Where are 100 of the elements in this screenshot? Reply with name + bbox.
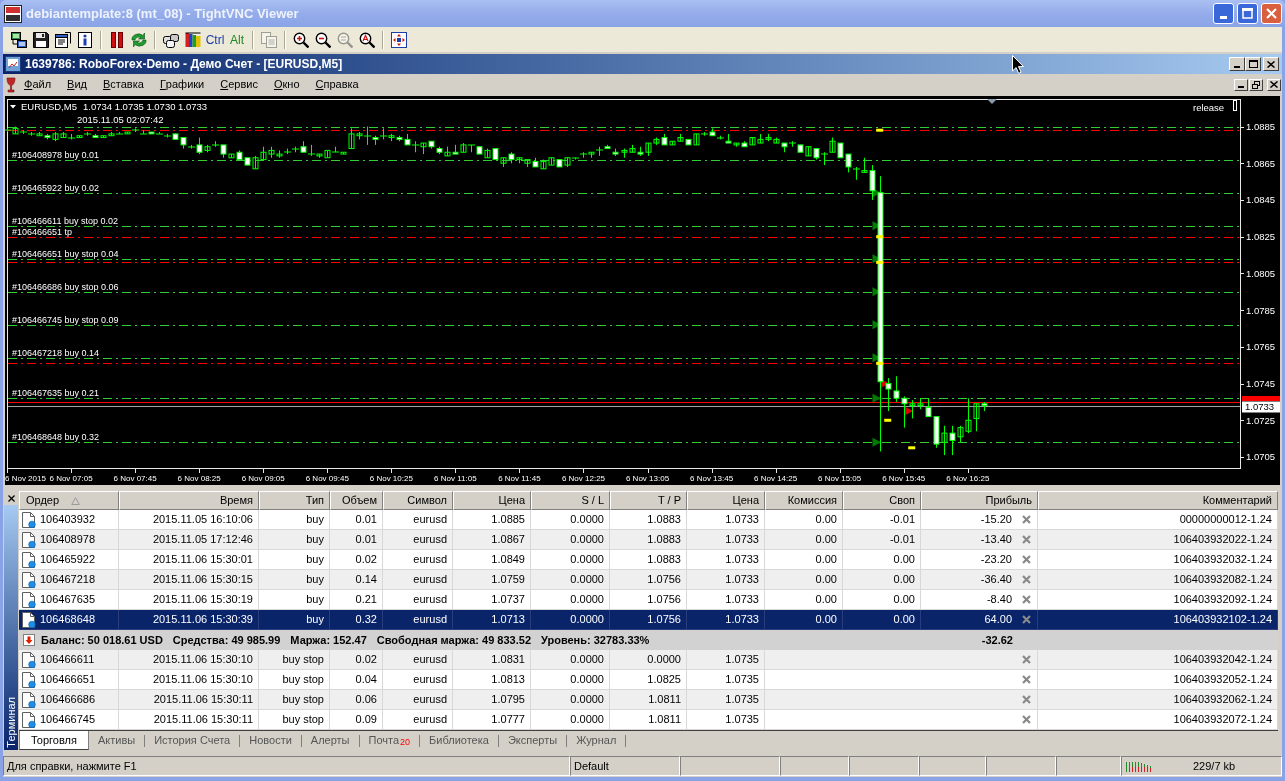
- terminal-tab[interactable]: Эксперты: [498, 731, 567, 750]
- app-logo-icon: [4, 4, 22, 23]
- menu-item[interactable]: Файл: [16, 75, 60, 94]
- close-button[interactable]: [1267, 78, 1281, 91]
- profit-value: -8.40: [986, 592, 1012, 608]
- profit-value: -15.20: [980, 512, 1012, 528]
- time-axis-label: 6 Nov 12:25: [561, 474, 606, 483]
- terminal-tab[interactable]: Журнал: [567, 731, 626, 750]
- time-axis-label: 6 Nov 07:45: [113, 474, 157, 483]
- document-icon: [22, 511, 36, 528]
- order-number: 106408978: [40, 532, 96, 548]
- price-axis-label: 1.0705: [1246, 451, 1276, 463]
- menu-item[interactable]: Графики: [151, 75, 213, 94]
- order-number: 106466686: [40, 692, 96, 708]
- terminal-tab[interactable]: Почта20: [359, 731, 420, 750]
- order-number: 106403932: [40, 512, 96, 528]
- time-axis-label: 6 Nov 13:45: [690, 474, 734, 483]
- chart-quote: 1.0734 1.0735 1.0730 1.0733: [83, 101, 208, 112]
- order-label: #106467635 buy 0.21: [12, 387, 100, 398]
- restore-button[interactable]: [1249, 78, 1263, 91]
- order-label: #106466686 buy stop 0.06: [12, 281, 119, 292]
- table-row[interactable]: 106466686 2015.11.06 15:30:11 buy stop 0.06 eurusd 1.0795 0.0000 1.0811 1.0735 106403932062-1.24: [19, 690, 1278, 710]
- copy-icon: [261, 31, 277, 48]
- price-axis-label: 1.0785: [1246, 304, 1276, 316]
- terminal-tab[interactable]: Активы: [88, 731, 145, 750]
- table-row[interactable]: 106466611 2015.11.06 15:30:10 buy stop 0.02 eurusd 1.0831 0.0000 0.0000 1.0735 106403932042-1.24: [19, 650, 1278, 670]
- order-number: 106465922: [40, 552, 96, 568]
- profile-name: Default: [574, 758, 609, 774]
- key-toggle-button[interactable]: Alt: [226, 28, 248, 51]
- column-header[interactable]: Цена: [453, 491, 531, 510]
- terminal-tab[interactable]: Торговля: [19, 731, 89, 750]
- profit-value: 64.00: [984, 612, 1012, 628]
- status-bar-section: [919, 756, 986, 776]
- terminal-tab[interactable]: Библиотека: [420, 731, 498, 750]
- order-label: #106468648 buy 0.32: [12, 431, 100, 442]
- close-button[interactable]: [5, 492, 17, 504]
- menu-item[interactable]: Вставка: [95, 75, 152, 94]
- column-header[interactable]: Тип: [259, 491, 330, 510]
- menu-item[interactable]: Справка: [307, 75, 367, 94]
- order-number: 106466611: [40, 652, 95, 668]
- info-icon: [77, 31, 93, 48]
- menu-item[interactable]: Сервис: [212, 75, 266, 94]
- column-header[interactable]: Ордер: [19, 491, 119, 510]
- column-header[interactable]: Комиссия: [765, 491, 843, 510]
- order-label: #106467218 buy 0.14: [12, 347, 100, 358]
- close-icon[interactable]: [1022, 695, 1031, 704]
- table-cell: buy stop: [259, 710, 330, 730]
- terminal-tab[interactable]: Новости: [240, 731, 301, 750]
- time-axis-label: 6 Nov 07:05: [49, 474, 93, 483]
- mouse-pointer-icon: [1012, 55, 1024, 74]
- minimize-button[interactable]: [1234, 78, 1248, 91]
- status-bar-section: [986, 756, 1056, 776]
- profit-value: -23.20: [980, 552, 1012, 568]
- key-toggle-button[interactable]: Ctrl: [204, 28, 226, 51]
- unread-count: 20: [400, 735, 411, 749]
- profit-value: -36.40: [980, 572, 1012, 588]
- close-icon[interactable]: [1022, 515, 1031, 524]
- column-header[interactable]: Прибыль: [921, 491, 1038, 510]
- fullscreen-icon: [391, 31, 407, 48]
- close-icon[interactable]: [1022, 555, 1031, 564]
- close-icon[interactable]: [1022, 655, 1031, 664]
- column-header[interactable]: S / L: [531, 491, 610, 510]
- minimize-button[interactable]: [1229, 57, 1245, 71]
- close-icon[interactable]: [1022, 675, 1031, 684]
- total-profit: -32.62: [981, 632, 1013, 648]
- time-axis-label: 6 Nov 15:05: [818, 474, 862, 483]
- column-header[interactable]: Своп: [843, 491, 921, 510]
- column-header[interactable]: Время: [119, 491, 259, 510]
- table-row[interactable]: 106408978 2015.11.05 17:12:46 buy 0.01 eurusd 1.0867 0.0000 1.0883 1.0733 0.00 -0.01 -13.40 106403932022-1.24: [19, 530, 1278, 550]
- column-header[interactable]: Символ: [383, 491, 453, 510]
- dash-marker: [884, 418, 892, 422]
- menu-item[interactable]: Вид: [59, 75, 95, 94]
- column-header[interactable]: Объем: [330, 491, 383, 510]
- close-icon[interactable]: [1022, 535, 1031, 544]
- close-icon[interactable]: [1022, 595, 1031, 604]
- table-row[interactable]: 106468648 2015.11.06 15:30:39 buy 0.32 eurusd 1.0713 0.0000 1.0756 1.0733 0.00 0.00 64.00 106403932102-1.24: [19, 610, 1278, 630]
- table-cell: 106403932072-1.24: [1038, 710, 1278, 730]
- keycaps-icon: [163, 31, 179, 48]
- order-label: #106408978 buy 0.01: [12, 149, 100, 160]
- terminal-tab[interactable]: Алерты: [301, 731, 359, 750]
- close-button[interactable]: [1263, 57, 1279, 71]
- window-title: 1639786: RoboForex-Demo - Демо Счет - [EURUSD,M5]: [25, 56, 343, 73]
- table-cell: eurusd: [383, 710, 453, 730]
- price-axis-label: 1.0825: [1246, 231, 1276, 243]
- document-icon: [22, 651, 36, 668]
- close-icon[interactable]: [1022, 575, 1031, 584]
- time-axis-label: 6 Nov 2015: [5, 474, 46, 483]
- zoom-fit-icon: [359, 31, 375, 48]
- document-icon: [22, 571, 36, 588]
- table-row[interactable]: 106466745 2015.11.06 15:30:11 buy stop 0.09 eurusd 1.0777 0.0000 1.0811 1.0735 106403932072-1.24: [19, 710, 1278, 730]
- close-icon[interactable]: [1022, 715, 1031, 724]
- table-row[interactable]: 106467218 2015.11.06 15:30:15 buy 0.14 eurusd 1.0759 0.0000 1.0756 1.0733 0.00 0.00 -36.40 106403932082-1.24: [19, 570, 1278, 590]
- minimize-icon: [1234, 65, 1240, 68]
- menu-item[interactable]: Окно: [265, 75, 308, 94]
- column-header[interactable]: Цена: [687, 491, 765, 510]
- column-header[interactable]: Комментарий: [1038, 491, 1278, 510]
- terminal-tab[interactable]: История Счета: [145, 731, 240, 750]
- maximize-button[interactable]: [1245, 57, 1261, 71]
- close-icon[interactable]: [1022, 615, 1031, 624]
- column-header[interactable]: T / P: [610, 491, 687, 510]
